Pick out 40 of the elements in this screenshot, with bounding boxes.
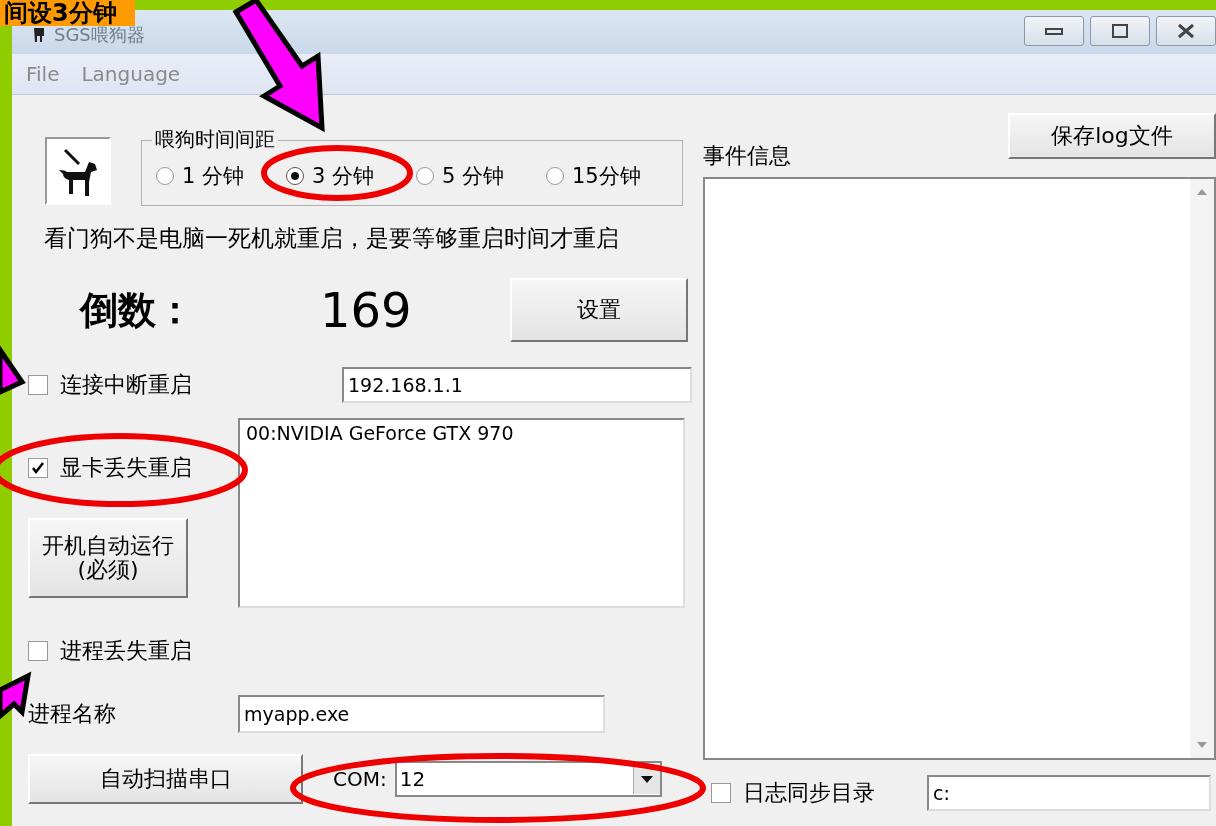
maximize-button[interactable]: [1090, 16, 1150, 46]
minimize-icon: [1044, 26, 1064, 36]
com-dropdown[interactable]: 12: [394, 761, 662, 797]
checkbox[interactable]: 日志同步目录: [711, 778, 927, 808]
radio-option[interactable]: 5 分钟: [416, 162, 546, 190]
list-item[interactable]: 00:NVIDIA GeForce GTX 970: [246, 422, 677, 444]
ip-field[interactable]: 192.168.1.1: [342, 367, 692, 403]
maximize-icon: [1111, 23, 1129, 39]
minimize-button[interactable]: [1024, 16, 1084, 46]
close-icon: [1176, 23, 1196, 39]
scroll-down-icon[interactable]: [1197, 742, 1207, 748]
scroll-up-icon[interactable]: [1197, 189, 1207, 195]
log-path-field[interactable]: c:: [927, 775, 1211, 811]
events-label: 事件信息: [703, 142, 791, 170]
dropdown-arrow-icon: [640, 775, 653, 783]
process-name-field[interactable]: myapp.exe: [238, 695, 605, 733]
scrollbar[interactable]: [1190, 179, 1214, 758]
radio-option[interactable]: 1 分钟: [156, 162, 286, 190]
radio-button[interactable]: [416, 167, 434, 185]
radio-button[interactable]: [156, 167, 174, 185]
save-log-button[interactable]: 保存log文件: [1008, 113, 1216, 159]
window-title: SGS喂狗器: [54, 24, 145, 47]
com-label: COM:: [333, 767, 387, 791]
checkmark-icon: [31, 461, 45, 475]
countdown-label: 倒数：: [80, 286, 195, 334]
close-button[interactable]: [1156, 16, 1216, 46]
annotation-label: 间设3分钟: [0, 0, 135, 26]
set-button[interactable]: 设置: [510, 278, 688, 342]
radio-option[interactable]: 3 分钟: [286, 162, 416, 190]
checkbox[interactable]: 进程丢失重启: [28, 636, 192, 666]
radio-option[interactable]: 15分钟: [546, 162, 676, 190]
checkbox[interactable]: 连接中断重启: [28, 370, 192, 400]
note-text: 看门狗不是电脑一死机就重启，是要等够重启时间才重启: [44, 224, 619, 253]
radio-button[interactable]: [286, 167, 304, 185]
checkbox[interactable]: 显卡丢失重启: [28, 453, 192, 483]
autostart-button[interactable]: 开机自动运行 (必须): [28, 518, 188, 598]
process-name-label: 进程名称: [28, 700, 117, 728]
countdown-value: 169: [320, 282, 413, 338]
radio-button[interactable]: [546, 167, 564, 185]
scan-port-button[interactable]: 自动扫描串口: [28, 754, 303, 804]
